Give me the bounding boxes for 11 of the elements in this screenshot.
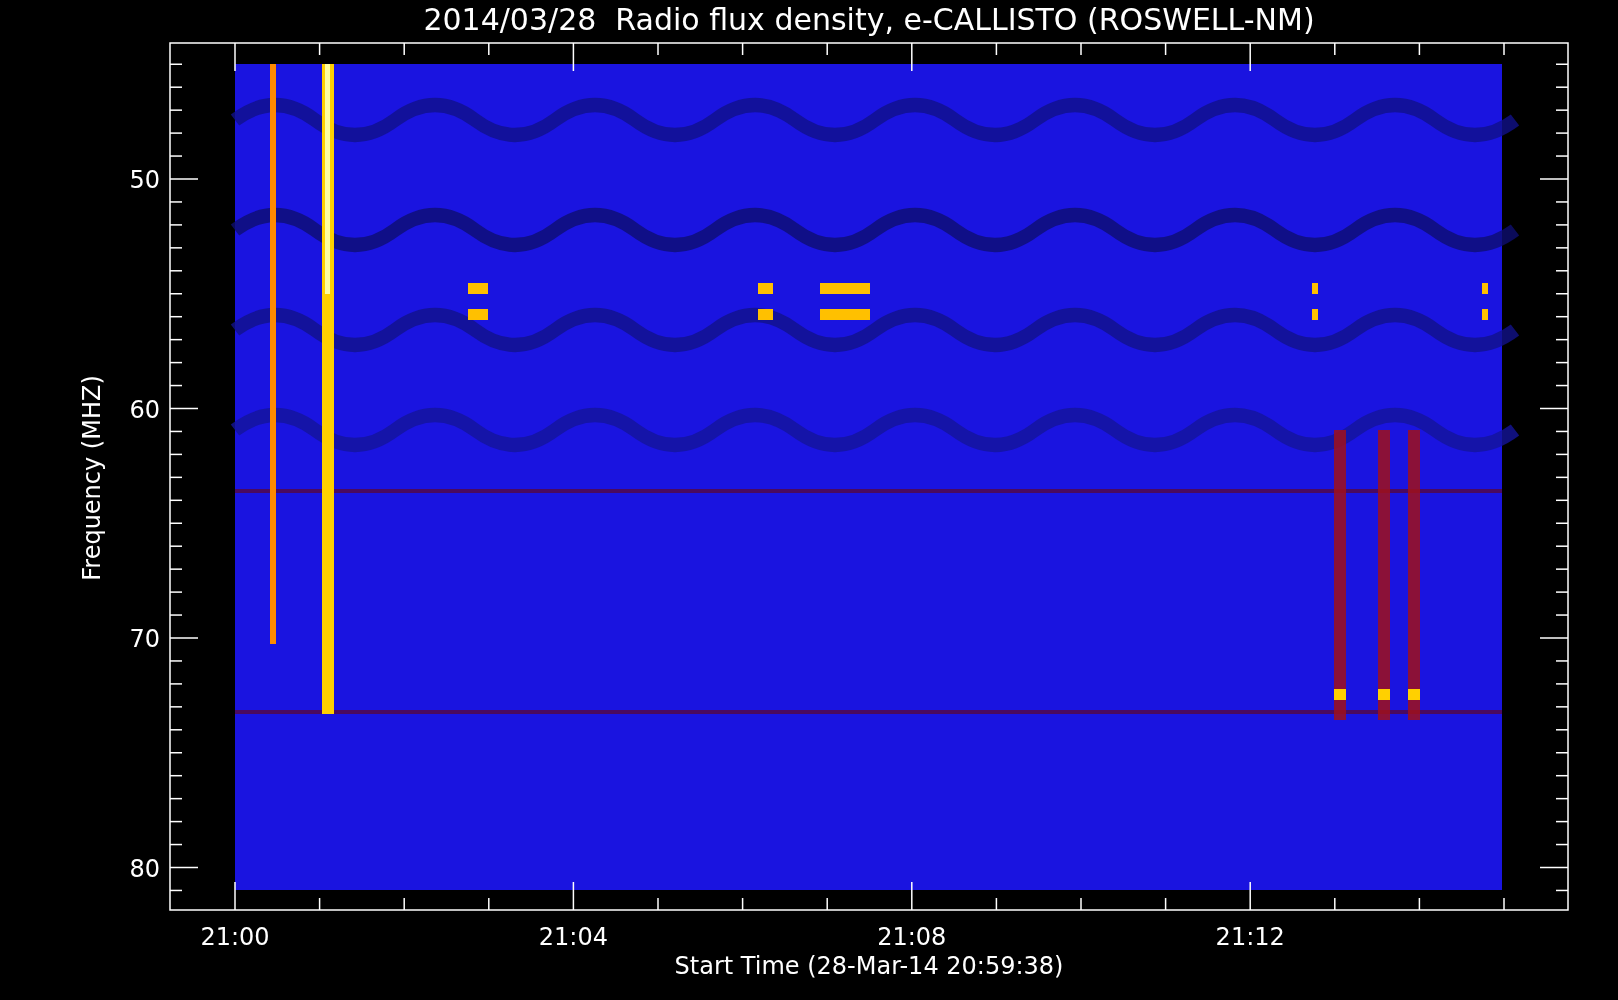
tick-label: 80: [129, 854, 160, 883]
axis-title: Frequency (MHZ): [78, 375, 106, 581]
tick-label: 60: [129, 395, 160, 424]
tick-label: 21:08: [877, 923, 947, 951]
tick-label: 21:00: [200, 923, 270, 951]
tick-label: 21:04: [538, 923, 608, 951]
tick-label: 50: [129, 166, 160, 194]
tick-label: 70: [129, 625, 160, 653]
plot-title: 2014/03/28 Radio flux density, e-CALLISTO (ROSWELL-NM): [423, 2, 1315, 37]
axis-title: Start Time (28-Mar-14 20:59:38): [674, 952, 1064, 980]
tick-label: 21:12: [1215, 923, 1285, 951]
